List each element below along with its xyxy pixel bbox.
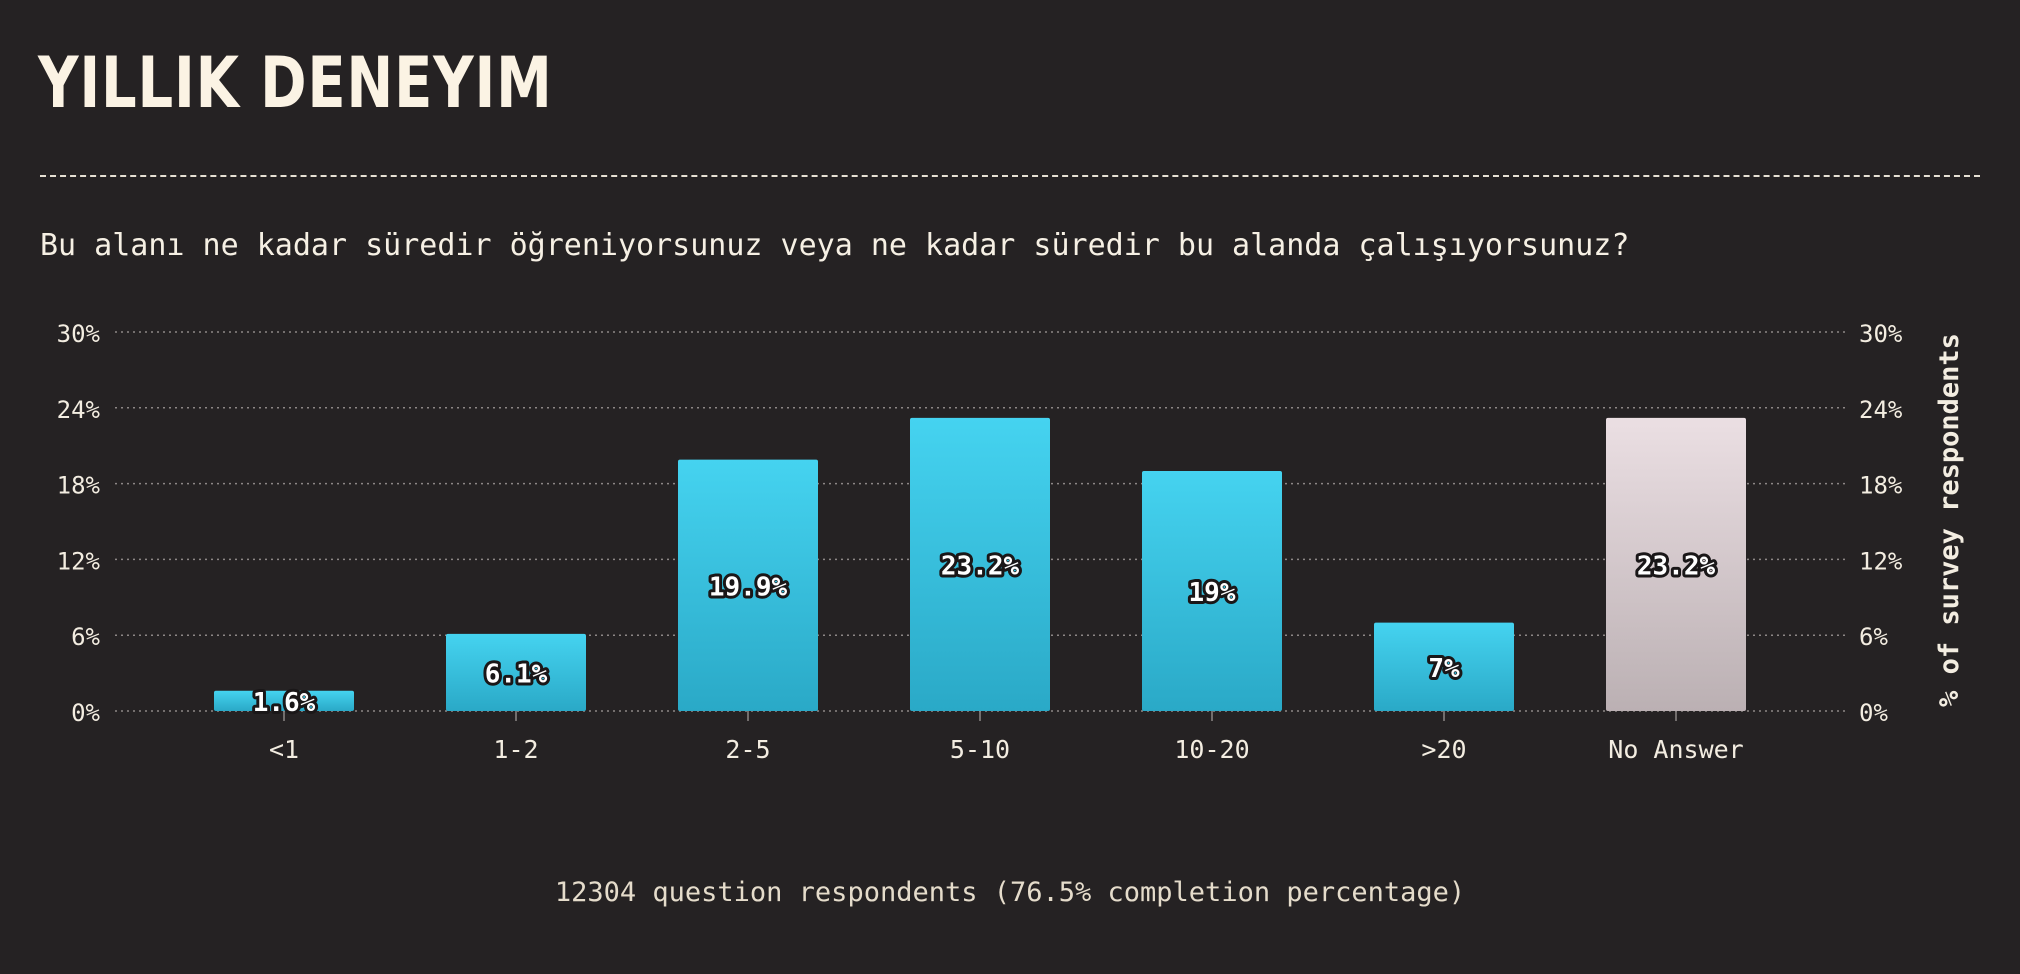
y-tick-label-left: 24% xyxy=(57,396,101,424)
y-tick-label-left: 30% xyxy=(57,320,101,348)
y-tick-label-left: 6% xyxy=(71,623,100,651)
data-label: 19.9% xyxy=(709,572,788,602)
y-tick-label-left: 18% xyxy=(57,472,101,500)
data-label: 6.1% xyxy=(485,659,548,689)
bar-chart: 1.6%6.1%19.9%23.2%19%7%23.2% 0% 0%6% 6%12%… xyxy=(57,320,1965,764)
x-tick-label: 10-20 xyxy=(1174,735,1249,764)
y-axis-title: % of survey respondents xyxy=(1934,333,1965,707)
x-tick-label: 5-10 xyxy=(950,735,1010,764)
respondents-footnote: 12304 question respondents (76.5% comple… xyxy=(554,877,1466,908)
x-tick-label: 2-5 xyxy=(725,735,770,764)
y-tick-label-left: 0% xyxy=(71,699,100,727)
data-label: 19% xyxy=(1189,578,1236,608)
y-tick-label-right: 0% xyxy=(1859,699,1888,727)
data-label: 7% xyxy=(1428,654,1460,684)
x-tick-label: <1 xyxy=(269,735,299,764)
y-tick-label-right: 18% xyxy=(1859,472,1903,500)
y-tick-label-left: 12% xyxy=(57,547,101,575)
y-tick-label-right: 30% xyxy=(1859,320,1903,348)
y-tick-label-right: 12% xyxy=(1859,547,1903,575)
y-tick-label-right: 24% xyxy=(1859,396,1903,424)
data-label: 23.2% xyxy=(941,551,1020,581)
x-tick-label: 1-2 xyxy=(493,735,538,764)
x-tick-label: No Answer xyxy=(1608,735,1743,764)
data-label: 23.2% xyxy=(1637,551,1716,581)
y-tick-label-right: 6% xyxy=(1859,623,1888,651)
x-tick-label: >20 xyxy=(1421,735,1466,764)
